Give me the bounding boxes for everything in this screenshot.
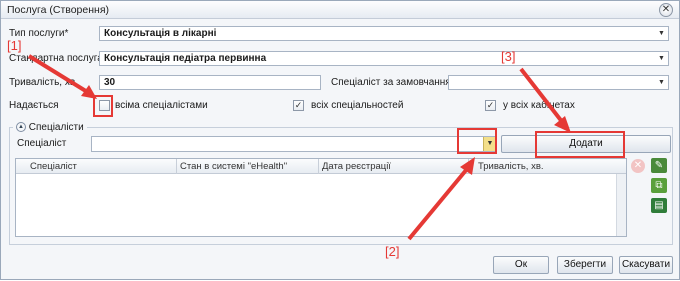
specialist-label: Спеціаліст <box>17 138 67 149</box>
column-divider <box>318 159 319 174</box>
column-header[interactable]: Дата реєстрації <box>322 161 391 172</box>
chevron-down-icon[interactable]: ▼ <box>655 52 668 65</box>
table-header: Спеціаліст Стан в системі "eHealth" Дата… <box>16 159 626 174</box>
annotation-label-1: [1] <box>7 38 22 53</box>
ok-button[interactable]: Ок <box>493 256 549 274</box>
all-offices-checkbox[interactable]: ✓ <box>485 100 496 111</box>
annotation-box-1 <box>93 95 113 117</box>
service-type-value: Консультація в лікарні <box>104 28 217 39</box>
column-divider <box>468 159 469 174</box>
chevron-down-icon[interactable]: ▼ <box>655 27 668 40</box>
window-title: Послуга (Створення) <box>7 4 110 16</box>
dialog-window: Послуга (Створення) ✕ Тип послуги* Консу… <box>0 0 680 280</box>
all-offices-label: у всіх кабінетах <box>503 100 575 111</box>
specialists-title: Спеціалісти <box>28 122 84 133</box>
duration-input[interactable]: 30 <box>99 75 321 90</box>
column-header[interactable]: Спеціаліст <box>30 161 77 172</box>
duration-label: Тривалість, хв <box>9 77 76 88</box>
annotation-box-3 <box>535 131 625 158</box>
all-specialists-label: всіма спеціалістами <box>115 100 208 111</box>
default-specialist-label: Спеціаліст за замовчанням <box>331 77 458 88</box>
column-header[interactable]: Стан в системі "eHealth" <box>180 161 287 172</box>
specialist-select[interactable]: ▼ <box>91 136 497 152</box>
table-scrollbar[interactable] <box>616 174 626 236</box>
column-divider <box>176 159 177 174</box>
cancel-button[interactable]: Скасувати <box>619 256 673 274</box>
default-specialist-select[interactable]: ▼ <box>448 75 669 90</box>
delete-icon[interactable]: ✕ <box>631 159 645 173</box>
export-icon[interactable]: ▤ <box>651 198 667 213</box>
annotation-label-3: [3] <box>501 49 516 64</box>
standard-service-value: Консультація педіатра первинна <box>104 53 267 64</box>
column-header[interactable]: Тривалість, хв. <box>478 161 544 172</box>
title-bar: Послуга (Створення) ✕ <box>1 1 679 19</box>
close-icon[interactable]: ✕ <box>659 3 673 17</box>
standard-service-label: Стандартна послуга <box>9 53 103 64</box>
specialists-table: Спеціаліст Стан в системі "eHealth" Дата… <box>15 158 627 237</box>
specialists-group-header[interactable]: ▲ Спеціалісти <box>13 122 87 133</box>
duration-value: 30 <box>104 77 116 88</box>
provided-label: Надається <box>9 100 59 111</box>
save-button[interactable]: Зберегти <box>557 256 613 274</box>
collapse-icon[interactable]: ▲ <box>16 122 26 133</box>
annotation-box-2 <box>457 128 497 154</box>
service-type-select[interactable]: Консультація в лікарні ▼ <box>99 26 669 41</box>
all-specialties-checkbox[interactable]: ✓ <box>293 100 304 111</box>
chevron-down-icon[interactable]: ▼ <box>655 76 668 89</box>
edit-icon[interactable]: ✎ <box>651 158 667 173</box>
standard-service-select[interactable]: Консультація педіатра первинна ▼ <box>99 51 669 66</box>
annotation-label-2: [2] <box>385 244 400 259</box>
all-specialties-label: всіх спеціальностей <box>311 100 404 111</box>
copy-icon[interactable]: ⧉ <box>651 178 667 193</box>
